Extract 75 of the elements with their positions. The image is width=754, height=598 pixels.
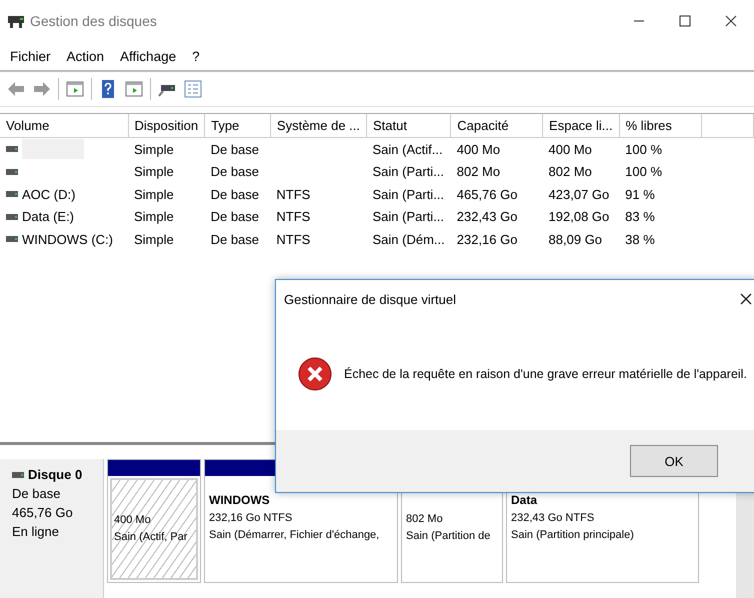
column-header[interactable]: Volume bbox=[0, 114, 128, 138]
table-cell: De base bbox=[204, 138, 270, 160]
table-cell-text: Simple bbox=[133, 163, 175, 182]
table-cell-text: 802 Mo bbox=[456, 163, 502, 182]
maximize-icon bbox=[679, 15, 691, 27]
close-icon bbox=[725, 15, 737, 27]
column-header[interactable]: Statut bbox=[366, 114, 451, 138]
disk-type: De base bbox=[12, 486, 62, 501]
partition-title: WINDOWS bbox=[209, 493, 271, 507]
menu-item[interactable]: Affichage bbox=[114, 48, 182, 64]
partition-text: 802 Mo bbox=[406, 513, 444, 525]
window-title: Gestion des disques bbox=[30, 13, 157, 29]
table-cell-text: De base bbox=[210, 208, 260, 226]
table-cell-text: NTFS bbox=[275, 186, 312, 204]
table-cell-text: 91 % bbox=[624, 186, 656, 204]
table-cell-text: 232,43 Go bbox=[456, 208, 518, 226]
dialog-title: Gestionnaire de disque virtuel bbox=[284, 292, 456, 306]
table-cell-text: NTFS bbox=[275, 230, 312, 249]
partition-text: Sain (Partition de bbox=[406, 530, 492, 542]
table-cell: WINDOWS (C:) bbox=[22, 232, 113, 247]
table-cell-text: Simple bbox=[133, 208, 175, 226]
table-cell: 400 Mo bbox=[542, 138, 620, 160]
table-cell-text: 232,16 Go bbox=[456, 230, 518, 249]
table-cell-text: 100 % bbox=[624, 163, 664, 182]
close-button[interactable] bbox=[740, 293, 752, 305]
table-cell: AOC (D:) bbox=[22, 186, 76, 202]
table-cell-text: 88,09 Go bbox=[548, 230, 604, 249]
menu-item[interactable]: Action bbox=[60, 48, 110, 64]
panel-icon[interactable] bbox=[124, 79, 144, 99]
table-cell: Data (E:) bbox=[22, 209, 74, 224]
partition-text: 400 Mo bbox=[114, 514, 152, 526]
panel-icon[interactable] bbox=[65, 79, 85, 99]
disk-status: En ligne bbox=[12, 524, 60, 539]
column-header[interactable]: % libres bbox=[619, 114, 702, 138]
table-cell-text: 192,08 Go bbox=[548, 208, 610, 226]
table-cell-text: NTFS bbox=[275, 208, 312, 226]
table-cell-text: Sain (Parti... bbox=[372, 163, 446, 182]
partition-text: 232,43 Go NTFS bbox=[511, 512, 596, 524]
table-cell-text: 802 Mo bbox=[548, 163, 593, 182]
arrow-right-icon[interactable] bbox=[32, 79, 52, 99]
table-cell-text: De base bbox=[210, 230, 260, 249]
table-cell: 100 % bbox=[619, 138, 702, 160]
partition-text: Sain (Actif, Par bbox=[114, 531, 188, 543]
table-cell-text: 38 % bbox=[624, 230, 656, 249]
table-cell-text: Simple bbox=[133, 186, 175, 204]
column-header[interactable]: Capacité bbox=[450, 114, 543, 138]
table-cell-text: Simple bbox=[133, 230, 175, 249]
table-cell-text: 465,76 Go bbox=[456, 186, 518, 204]
table-cell-text: Sain (Parti... bbox=[372, 208, 446, 226]
column-header[interactable]: Système de ... bbox=[270, 114, 366, 138]
table-cell: 400 Mo bbox=[450, 138, 543, 160]
menu-item[interactable]: Fichier bbox=[4, 48, 57, 64]
disk-name: Disque 0 bbox=[28, 467, 82, 482]
partition-text: 232,16 Go NTFS bbox=[209, 512, 294, 524]
column-header[interactable]: Disposition bbox=[128, 114, 205, 138]
disk-size: 465,76 Go bbox=[12, 505, 74, 520]
error-icon bbox=[298, 357, 332, 391]
table-cell-text: 83 % bbox=[624, 208, 656, 226]
menu-item[interactable]: ? bbox=[186, 48, 206, 64]
table-cell-text: Sain (Parti... bbox=[372, 186, 446, 204]
table-cell: Sain (Actif... bbox=[366, 138, 451, 160]
partition-block[interactable]: 400 Mo Sain (Actif, Par bbox=[107, 459, 201, 583]
ok-button[interactable]: OK bbox=[630, 445, 718, 477]
partition-text: Sain (Partition principale) bbox=[511, 529, 635, 541]
column-header[interactable]: Type bbox=[204, 114, 270, 138]
table-cell: Simple bbox=[128, 138, 205, 160]
table-cell-text: 423,07 Go bbox=[548, 186, 610, 204]
table-cell-text: De base bbox=[210, 186, 260, 204]
partition-text: Sain (Démarrer, Fichier d'échange, bbox=[209, 529, 380, 541]
list-icon[interactable] bbox=[183, 79, 203, 99]
table-cell-text: De base bbox=[210, 163, 260, 182]
error-message: Échec de la requête en raison d'une grave erreur matérielle de l'appareil. bbox=[344, 367, 747, 381]
partition-title: Data bbox=[511, 493, 538, 507]
column-header[interactable]: Espace li... bbox=[542, 114, 620, 138]
table-cell-text: Sain (Dém... bbox=[372, 230, 446, 249]
